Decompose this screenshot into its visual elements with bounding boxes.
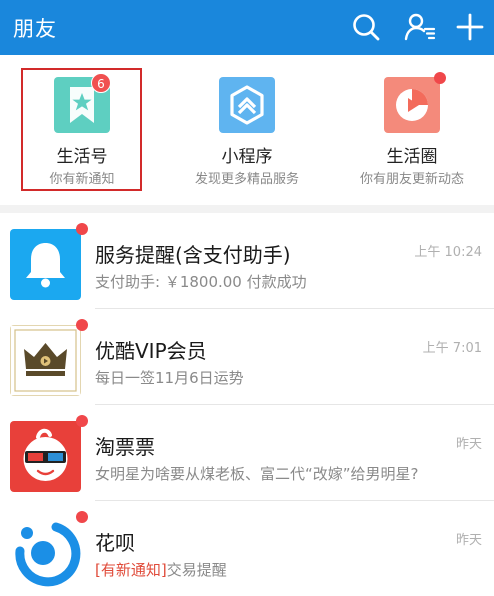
page-title: 朋友 — [13, 16, 57, 41]
conversation-preview: 女明星为啥要从煤老板、富二代“改嫁”给男明星? — [95, 465, 419, 483]
conversation-time: 上午 7:01 — [422, 341, 482, 356]
conversation-preview: [有新通知]交易提醒 — [95, 559, 227, 580]
service-life-circle[interactable]: 生活圈 你有朋友更新动态 — [330, 55, 494, 205]
new-notice-tag: [有新通知] — [95, 561, 167, 579]
unread-dot — [76, 511, 88, 523]
conversation-time: 昨天 — [455, 437, 482, 452]
preview-text: 交易提醒 — [166, 561, 227, 579]
list-item[interactable]: 花呗 [有新通知]交易提醒 昨天 — [0, 501, 494, 596]
conversation-time: 上午 10:24 — [414, 245, 482, 260]
life-circle-icon — [384, 77, 440, 133]
unread-dot — [76, 223, 88, 235]
conversation-name: 淘票票 — [95, 435, 155, 459]
unread-dot — [434, 72, 446, 84]
message-list: 服务提醒(含支付助手) 支付助手: ￥1800.00 付款成功 上午 10:24… — [0, 213, 494, 596]
service-name: 生活圈 — [386, 147, 438, 167]
service-desc: 发现更多精品服务 — [194, 172, 299, 187]
add-icon[interactable] — [454, 11, 486, 43]
service-name: 小程序 — [221, 147, 273, 167]
conversation-name: 花呗 — [95, 531, 135, 555]
friends-screen: 朋友 6 生活号 你有新通知 小程序 发现更多精品服务 生活圈 你有朋友更新动态… — [0, 0, 494, 596]
service-shortcuts: 6 生活号 你有新通知 小程序 发现更多精品服务 生活圈 你有朋友更新动态 — [0, 55, 494, 205]
service-desc: 你有朋友更新动态 — [359, 172, 464, 187]
top-bar: 朋友 — [0, 0, 494, 55]
search-icon[interactable] — [350, 11, 382, 43]
conversation-preview: 支付助手: ￥1800.00 付款成功 — [95, 273, 307, 291]
3d-glasses-icon — [10, 421, 81, 492]
crown-icon — [10, 325, 81, 396]
list-item[interactable]: 淘票票 女明星为啥要从煤老板、富二代“改嫁”给男明星? 昨天 — [0, 405, 494, 501]
conversation-preview: 每日一签11月6日运势 — [95, 369, 244, 387]
huabei-icon — [10, 517, 81, 588]
service-mini-program[interactable]: 小程序 发现更多精品服务 — [165, 55, 329, 205]
conversation-name: 服务提醒(含支付助手) — [95, 243, 291, 267]
bell-icon — [10, 229, 81, 300]
list-item[interactable]: 优酷VIP会员 每日一签11月6日运势 上午 7:01 — [0, 309, 494, 405]
mini-program-icon — [219, 77, 275, 133]
selection-highlight — [21, 68, 142, 191]
unread-dot — [76, 415, 88, 427]
list-item[interactable]: 服务提醒(含支付助手) 支付助手: ￥1800.00 付款成功 上午 10:24 — [0, 213, 494, 309]
unread-dot — [76, 319, 88, 331]
conversation-name: 优酷VIP会员 — [95, 339, 207, 363]
conversation-time: 昨天 — [455, 533, 482, 548]
contacts-icon[interactable] — [404, 11, 436, 43]
